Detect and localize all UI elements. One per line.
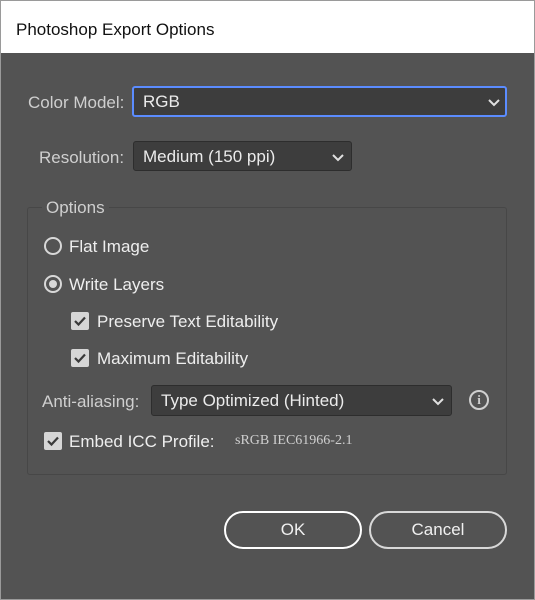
resolution-select[interactable]: Medium (150 ppi) bbox=[133, 141, 352, 171]
color-model-value: RGB bbox=[143, 92, 180, 111]
preserve-text-label[interactable]: Preserve Text Editability bbox=[97, 312, 278, 332]
flat-image-radio[interactable] bbox=[44, 237, 62, 255]
icc-profile-name: sRGB IEC61966-2.1 bbox=[235, 433, 353, 448]
options-legend: Options bbox=[42, 198, 109, 218]
write-layers-radio[interactable] bbox=[44, 275, 62, 293]
checkmark-icon bbox=[74, 353, 86, 364]
title-bar: Photoshop Export Options bbox=[1, 1, 534, 53]
chevron-down-icon bbox=[332, 154, 344, 162]
resolution-label: Resolution: bbox=[39, 148, 125, 167]
max-editability-label[interactable]: Maximum Editability bbox=[97, 349, 248, 369]
flat-image-label[interactable]: Flat Image bbox=[69, 237, 149, 257]
preserve-text-checkbox[interactable] bbox=[71, 312, 89, 330]
checkmark-icon bbox=[47, 436, 59, 447]
max-editability-checkbox[interactable] bbox=[71, 349, 89, 367]
color-model-select[interactable]: RGB bbox=[132, 86, 507, 117]
checkmark-icon bbox=[74, 316, 86, 327]
export-options-dialog: Photoshop Export Options Color Model: RG… bbox=[0, 0, 535, 600]
chevron-down-icon bbox=[432, 398, 444, 406]
dialog-title: Photoshop Export Options bbox=[16, 20, 215, 39]
info-icon[interactable]: i bbox=[469, 390, 489, 410]
chevron-down-icon bbox=[488, 99, 500, 107]
anti-aliasing-value: Type Optimized (Hinted) bbox=[161, 391, 345, 410]
color-model-label: Color Model: bbox=[28, 93, 125, 112]
embed-icc-checkbox[interactable] bbox=[44, 432, 62, 450]
cancel-button[interactable]: Cancel bbox=[369, 511, 507, 549]
resolution-value: Medium (150 ppi) bbox=[143, 147, 276, 166]
ok-button[interactable]: OK bbox=[224, 511, 362, 549]
embed-icc-label[interactable]: Embed ICC Profile: bbox=[69, 432, 215, 452]
anti-aliasing-select[interactable]: Type Optimized (Hinted) bbox=[151, 385, 452, 416]
write-layers-label[interactable]: Write Layers bbox=[69, 275, 164, 295]
anti-aliasing-label: Anti-aliasing: bbox=[42, 392, 140, 411]
